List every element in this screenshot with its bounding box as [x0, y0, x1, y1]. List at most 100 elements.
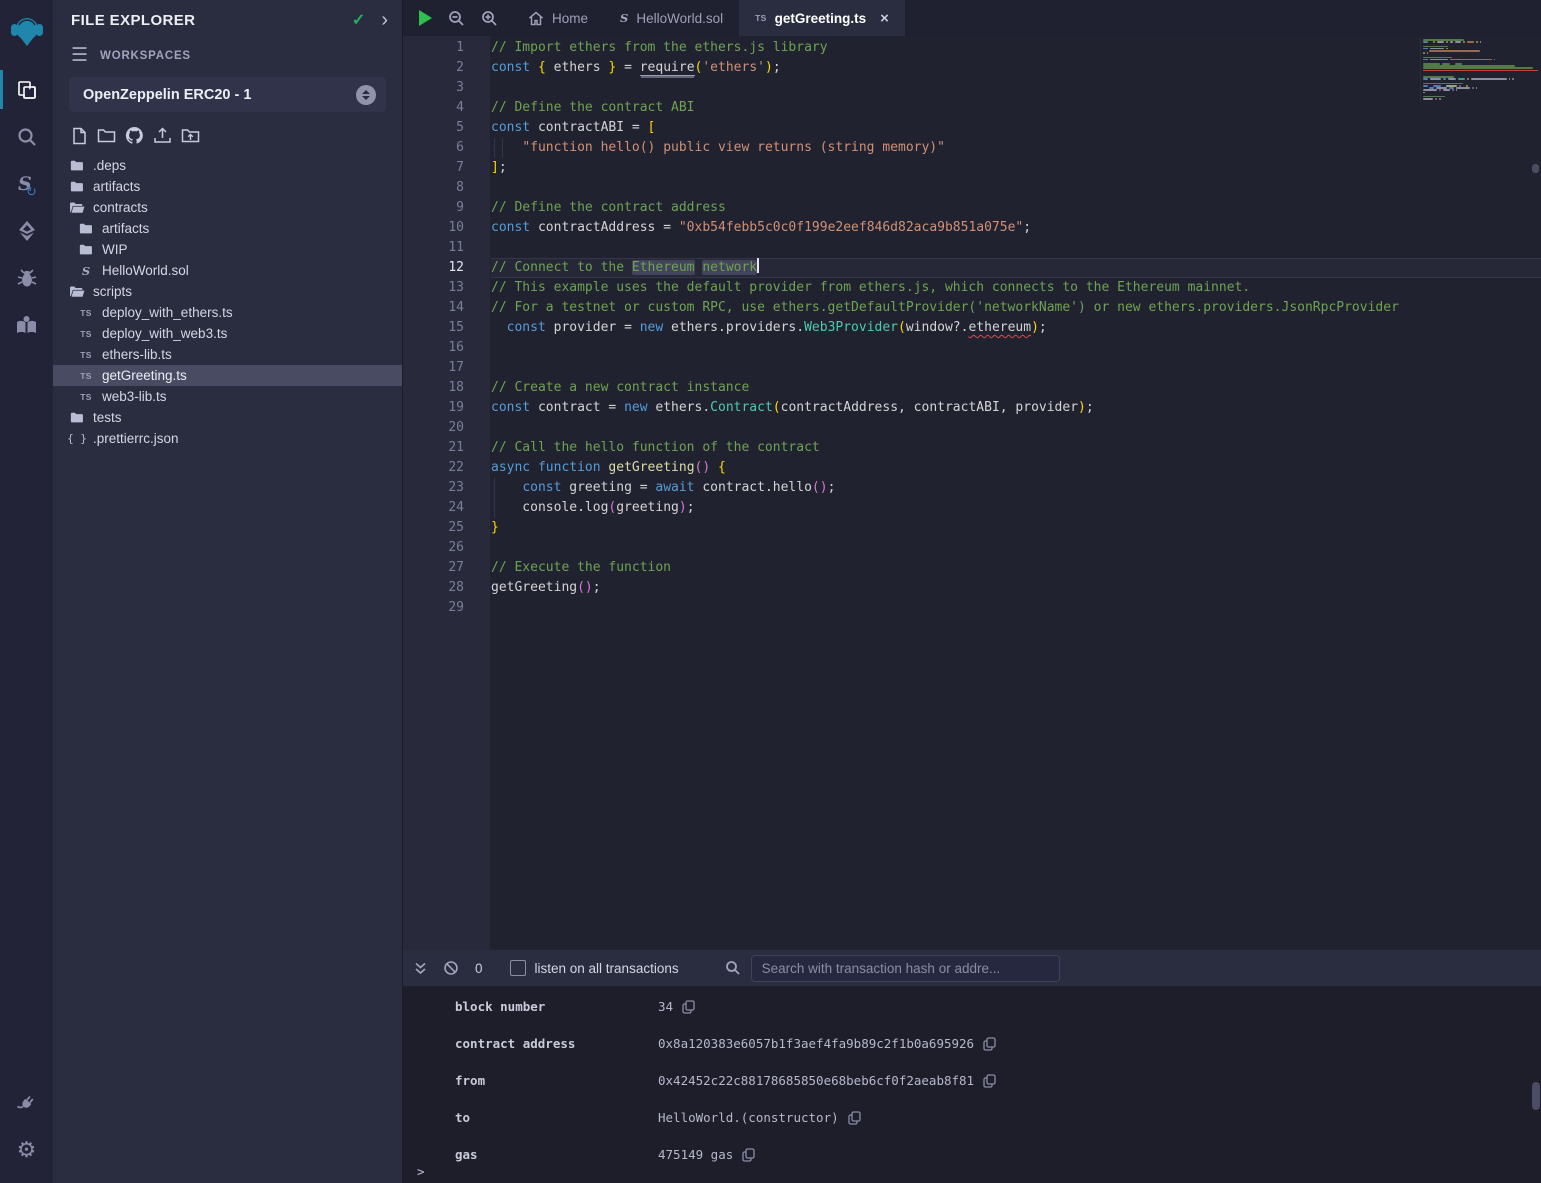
- line-number[interactable]: 8: [403, 178, 464, 198]
- code-line[interactable]: [491, 238, 1541, 258]
- code-line[interactable]: "function hello() public view returns (s…: [491, 138, 1541, 158]
- line-number[interactable]: 11: [403, 238, 464, 258]
- code-line[interactable]: const contractAddress = "0xb54febb5c0c0f…: [491, 218, 1541, 238]
- github-icon[interactable]: [125, 126, 144, 145]
- zoom-in-icon[interactable]: [481, 10, 498, 27]
- search-icon[interactable]: [0, 113, 53, 160]
- line-number[interactable]: 12: [403, 258, 464, 278]
- copy-icon[interactable]: [848, 1111, 861, 1125]
- tab-helloworld-sol[interactable]: SHelloWorld.sol: [604, 0, 739, 36]
- line-number[interactable]: 1: [403, 38, 464, 58]
- line-number[interactable]: 24: [403, 498, 464, 518]
- copy-icon[interactable]: [742, 1148, 755, 1162]
- code-editor[interactable]: 1234567891011121314151617181920212223242…: [403, 36, 1541, 950]
- code-line[interactable]: [491, 358, 1541, 378]
- new-file-icon[interactable]: [71, 127, 88, 145]
- code-line[interactable]: // Define the contract ABI: [491, 98, 1541, 118]
- code-line[interactable]: const provider = new ethers.providers.We…: [491, 318, 1541, 338]
- zoom-out-icon[interactable]: [448, 10, 465, 27]
- tree-item-artifacts[interactable]: artifacts: [53, 218, 402, 239]
- code-line[interactable]: const contract = new ethers.Contract(con…: [491, 398, 1541, 418]
- line-number[interactable]: 7: [403, 158, 464, 178]
- code-line[interactable]: // Call the hello function of the contra…: [491, 438, 1541, 458]
- tab-getgreeting-ts[interactable]: TSgetGreeting.ts×: [739, 0, 905, 36]
- code-lines[interactable]: // Import ethers from the ethers.js libr…: [490, 36, 1541, 950]
- editor-scrollbar[interactable]: [1532, 164, 1539, 173]
- line-number[interactable]: 29: [403, 598, 464, 618]
- run-script-button[interactable]: [419, 10, 432, 26]
- code-line[interactable]: [491, 538, 1541, 558]
- code-line[interactable]: // Connect to the Ethereum network: [491, 258, 1541, 278]
- chevron-right-icon[interactable]: ›: [381, 13, 388, 27]
- terminal-scrollbar[interactable]: [1532, 1082, 1540, 1110]
- upload-file-icon[interactable]: [153, 127, 172, 145]
- code-line[interactable]: const contractABI = [: [491, 118, 1541, 138]
- tree-item-getgreeting-ts[interactable]: TSgetGreeting.ts: [53, 365, 402, 386]
- line-number[interactable]: 9: [403, 198, 464, 218]
- code-line[interactable]: // This example uses the default provide…: [491, 278, 1541, 298]
- editor-minimap[interactable]: [1420, 38, 1538, 102]
- code-line[interactable]: ];: [491, 158, 1541, 178]
- line-number[interactable]: 20: [403, 418, 464, 438]
- code-line[interactable]: [491, 418, 1541, 438]
- remix-logo-icon[interactable]: [0, 6, 53, 58]
- copy-icon[interactable]: [983, 1037, 996, 1051]
- line-number[interactable]: 3: [403, 78, 464, 98]
- code-line[interactable]: [491, 78, 1541, 98]
- line-number[interactable]: 27: [403, 558, 464, 578]
- line-number[interactable]: 25: [403, 518, 464, 538]
- copy-icon[interactable]: [983, 1074, 996, 1088]
- line-number[interactable]: 18: [403, 378, 464, 398]
- tree-item-ethers-lib-ts[interactable]: TSethers-lib.ts: [53, 344, 402, 365]
- tab-home[interactable]: Home: [512, 0, 604, 36]
- code-line[interactable]: const greeting = await contract.hello();: [491, 478, 1541, 498]
- code-line[interactable]: [491, 178, 1541, 198]
- line-number[interactable]: 17: [403, 358, 464, 378]
- code-line[interactable]: getGreeting();: [491, 578, 1541, 598]
- deploy-run-icon[interactable]: [0, 207, 53, 254]
- close-icon[interactable]: ×: [880, 11, 889, 26]
- copy-icon[interactable]: [682, 1000, 695, 1014]
- line-number[interactable]: 15: [403, 318, 464, 338]
- code-line[interactable]: console.log(greeting);: [491, 498, 1541, 518]
- code-line[interactable]: [491, 338, 1541, 358]
- tree-item--deps[interactable]: .deps: [53, 155, 402, 176]
- code-line[interactable]: // Create a new contract instance: [491, 378, 1541, 398]
- plugin-manager-icon[interactable]: [0, 1079, 53, 1126]
- tree-item-contracts[interactable]: contracts: [53, 197, 402, 218]
- line-number[interactable]: 23: [403, 478, 464, 498]
- file-explorer-icon[interactable]: [0, 66, 53, 113]
- code-line[interactable]: async function getGreeting() {: [491, 458, 1541, 478]
- line-number[interactable]: 5: [403, 118, 464, 138]
- debugger-icon[interactable]: [0, 254, 53, 301]
- upload-folder-icon[interactable]: [181, 127, 200, 144]
- code-line[interactable]: // For a testnet or custom RPC, use ethe…: [491, 298, 1541, 318]
- line-number[interactable]: 16: [403, 338, 464, 358]
- check-icon[interactable]: ✓: [352, 10, 365, 30]
- settings-icon[interactable]: ⚙: [0, 1126, 53, 1173]
- code-line[interactable]: // Define the contract address: [491, 198, 1541, 218]
- clear-console-icon[interactable]: [443, 960, 459, 976]
- workspace-select[interactable]: OpenZeppelin ERC20 - 1: [69, 77, 386, 112]
- tree-item-helloworld-sol[interactable]: SHelloWorld.sol: [53, 260, 402, 281]
- terminal-prompt[interactable]: >: [417, 1164, 425, 1179]
- tree-item-deploy-with-web3-ts[interactable]: TSdeploy_with_web3.ts: [53, 323, 402, 344]
- line-number[interactable]: 19: [403, 398, 464, 418]
- terminal-search-input[interactable]: [751, 955, 1060, 982]
- code-line[interactable]: // Import ethers from the ethers.js libr…: [491, 38, 1541, 58]
- line-number[interactable]: 26: [403, 538, 464, 558]
- line-number[interactable]: 21: [403, 438, 464, 458]
- line-number[interactable]: 28: [403, 578, 464, 598]
- code-line[interactable]: // Execute the function: [491, 558, 1541, 578]
- tree-item-tests[interactable]: tests: [53, 407, 402, 428]
- solidity-compiler-icon[interactable]: S↻: [0, 160, 53, 207]
- collapse-terminal-icon[interactable]: [413, 961, 428, 976]
- code-line[interactable]: [491, 598, 1541, 618]
- new-folder-icon[interactable]: [97, 127, 116, 144]
- line-number[interactable]: 14: [403, 298, 464, 318]
- listen-checkbox[interactable]: [510, 960, 526, 976]
- tree-item-artifacts[interactable]: artifacts: [53, 176, 402, 197]
- tree-item-web3-lib-ts[interactable]: TSweb3-lib.ts: [53, 386, 402, 407]
- editor-gutter[interactable]: 1234567891011121314151617181920212223242…: [403, 36, 490, 950]
- line-number[interactable]: 22: [403, 458, 464, 478]
